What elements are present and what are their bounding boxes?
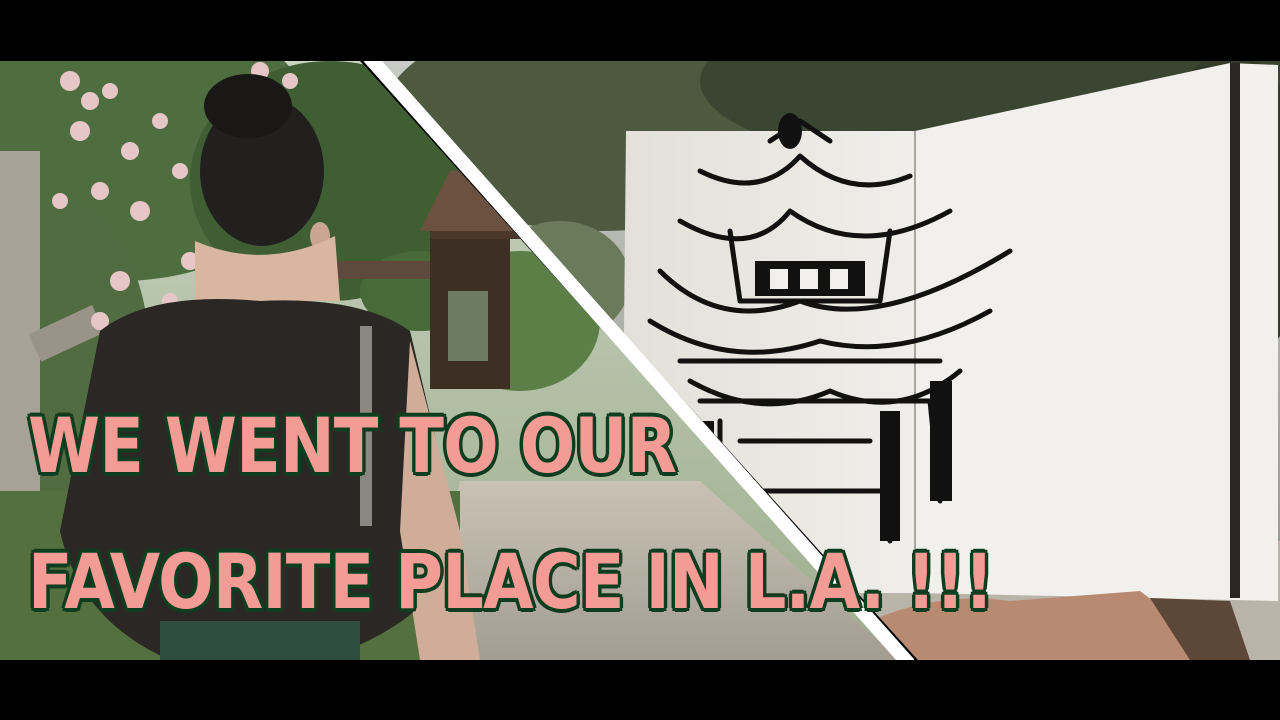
caption-line-2: FAVORITE PLACE IN L.A. !!! <box>27 536 996 628</box>
video-thumbnail: WE WENT TO OUR FAVORITE PLACE IN L.A. !!… <box>0 0 1280 720</box>
letterbox-top <box>0 0 1280 61</box>
thumbnail-caption: WE WENT TO OUR FAVORITE PLACE IN L.A. !!… <box>27 378 1028 650</box>
caption-line-1: WE WENT TO OUR <box>27 400 679 492</box>
letterbox-bottom <box>0 660 1280 720</box>
